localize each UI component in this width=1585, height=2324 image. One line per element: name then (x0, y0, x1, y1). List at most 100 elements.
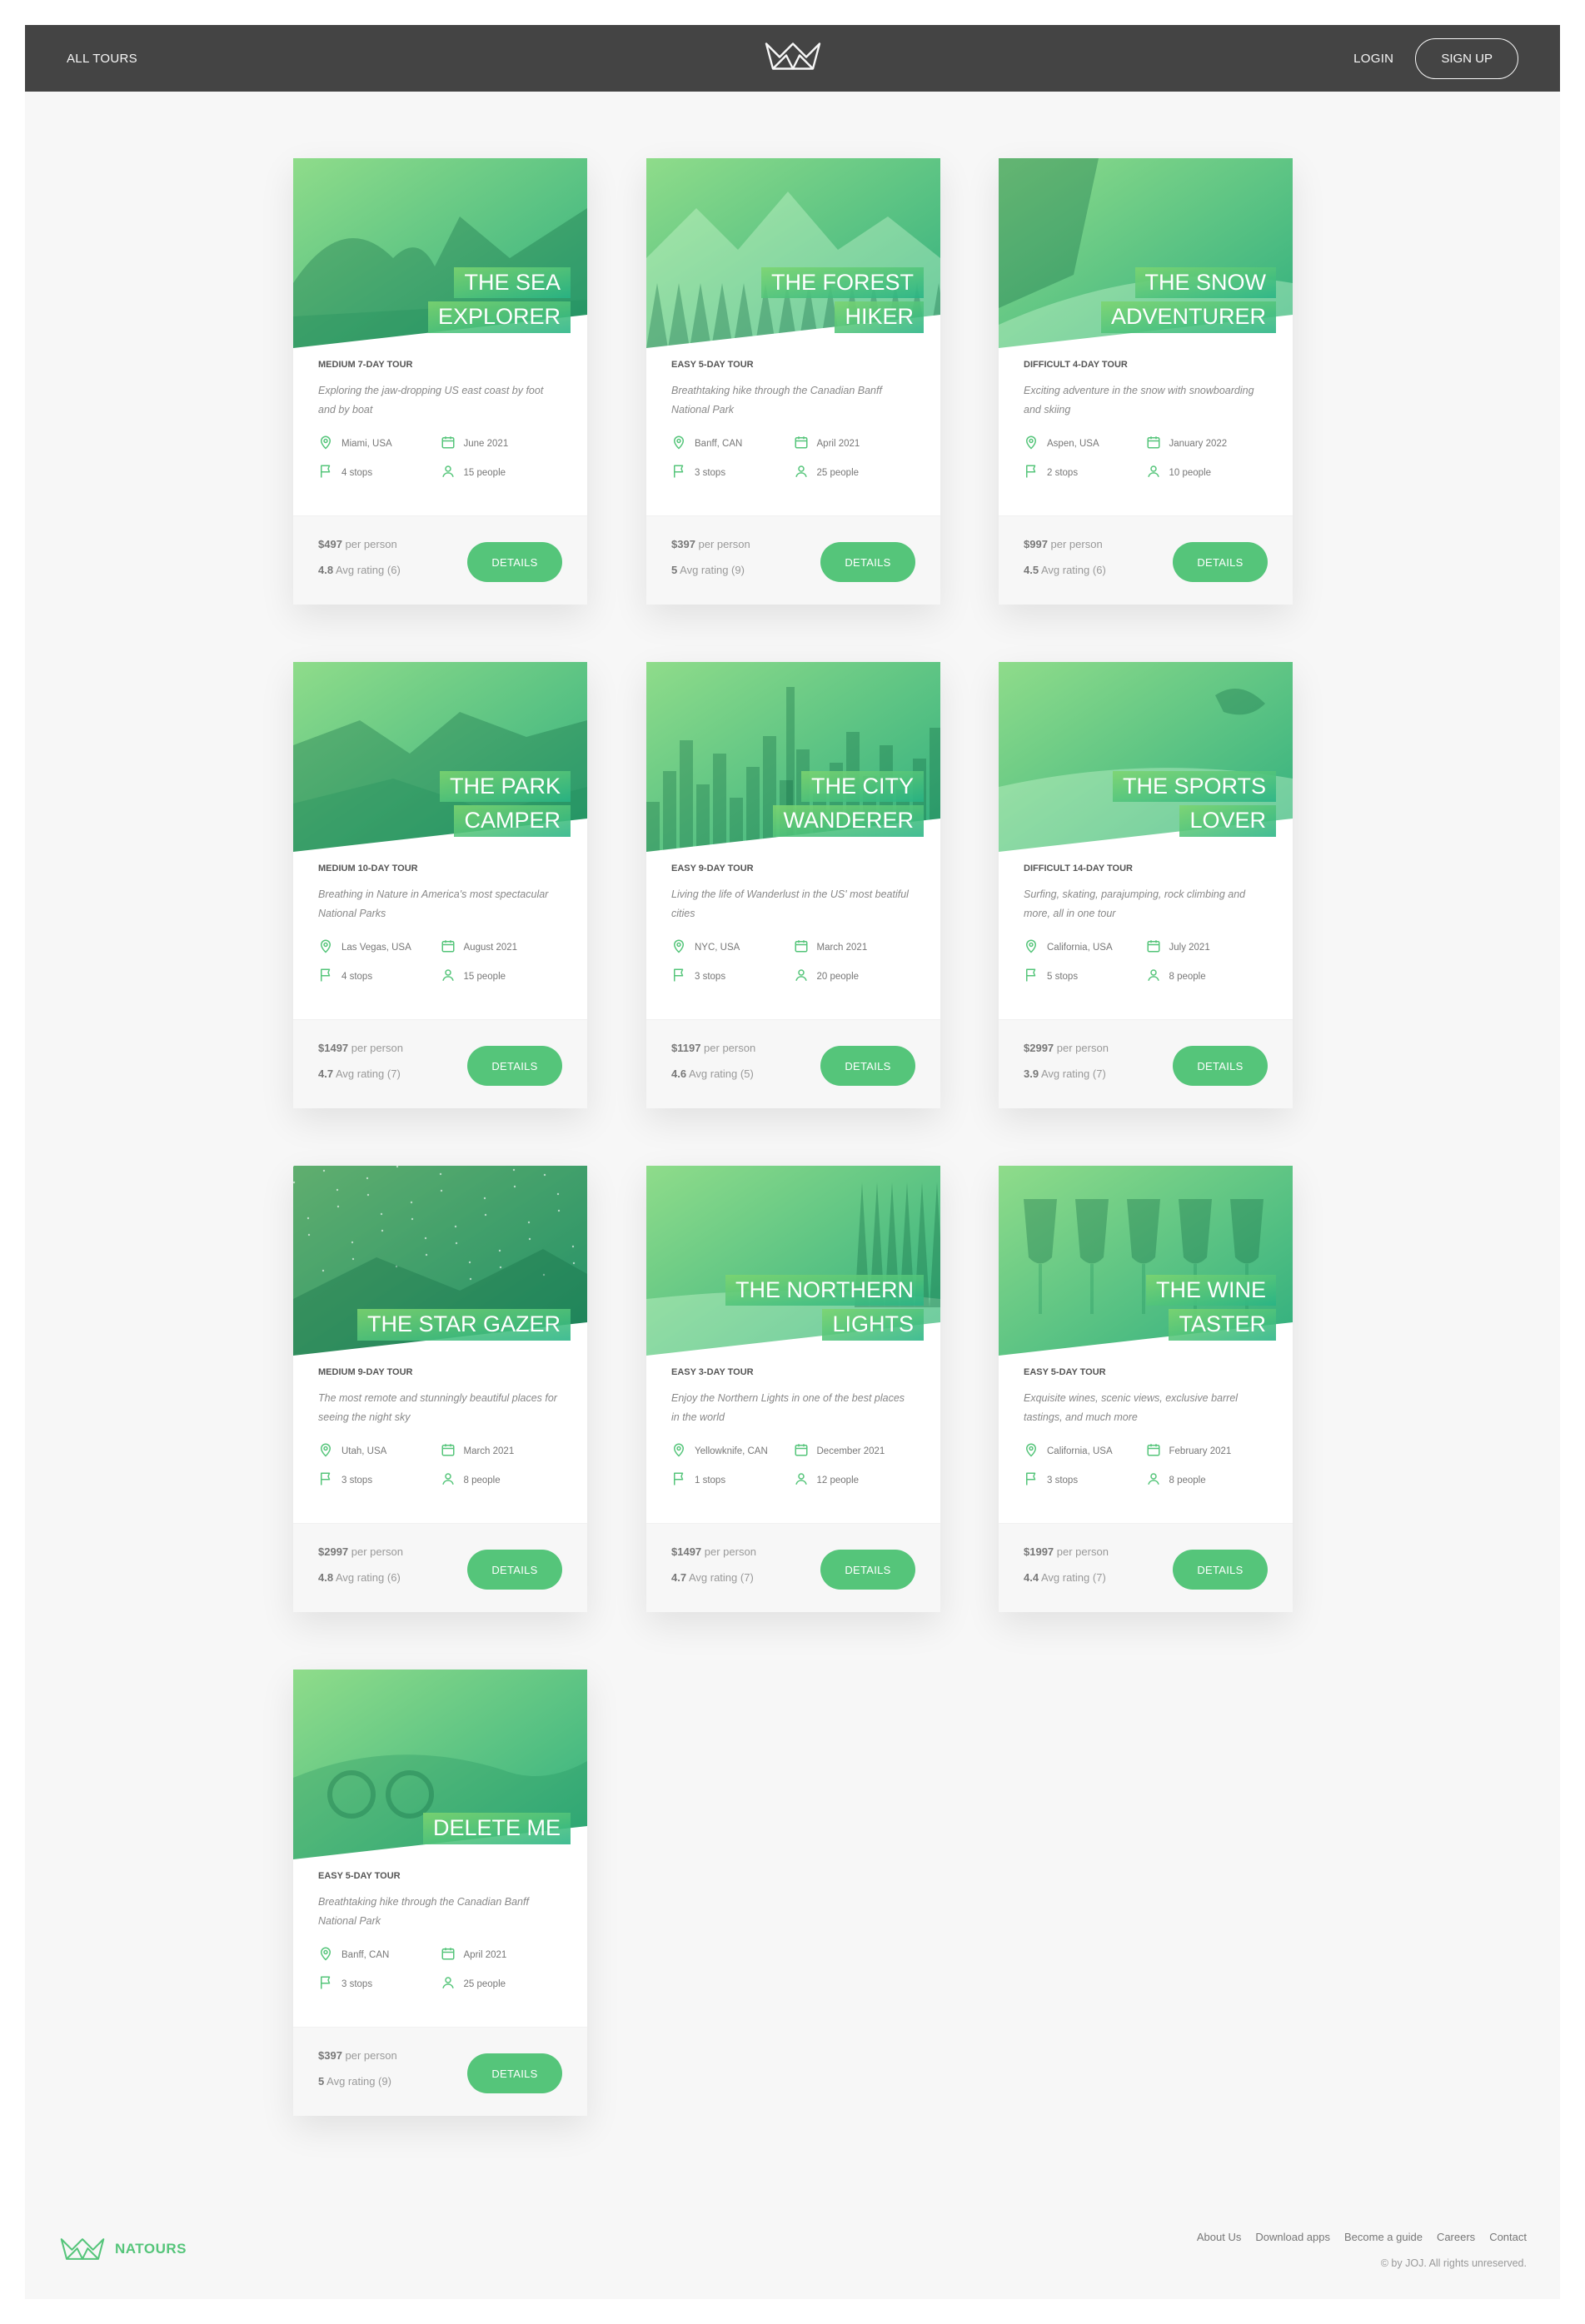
all-tours-link[interactable]: ALL TOURS (67, 52, 137, 66)
details-button[interactable]: DETAILS (467, 542, 562, 582)
tour-date: April 2021 (441, 1946, 563, 1963)
details-button[interactable]: DETAILS (1173, 542, 1268, 582)
tour-summary: Enjoy the Northern Lights in one of the … (671, 1392, 905, 1424)
tour-people-text: 8 people (1169, 971, 1206, 982)
details-button[interactable]: DETAILS (467, 1046, 562, 1086)
details-button[interactable]: DETAILS (820, 1550, 915, 1590)
tour-difficulty: EASY 5-DAY TOUR (1024, 1367, 1106, 1377)
tour-date-text: July 2021 (1169, 942, 1210, 953)
footer-link-download[interactable]: Download apps (1255, 2231, 1330, 2243)
map-pin-icon (1024, 435, 1039, 452)
flag-icon (1024, 464, 1039, 481)
tour-location-text: Miami, USA (341, 438, 392, 449)
tour-date-text: January 2022 (1169, 438, 1228, 449)
tour-people-text: 15 people (463, 971, 506, 982)
tour-stops-text: 3 stops (341, 1475, 373, 1485)
tour-title-line: LIGHTS (822, 1309, 924, 1341)
tour-card-footer: $397 per person 5 Avg rating (9) DETAILS (646, 515, 940, 605)
calendar-icon (1146, 938, 1161, 956)
nav-user-actions: LOGIN SIGN UP (1353, 37, 1518, 79)
tour-people-text: 10 people (1169, 467, 1212, 478)
tour-card-header: THE CITY WANDERER (646, 662, 940, 852)
tour-stops: 3 stops (671, 968, 794, 985)
footer-logo[interactable]: NATOURS (58, 2237, 187, 2262)
tour-rating-suffix: Avg rating (6) (333, 564, 401, 576)
tour-title: THE SPORTS LOVER (1112, 768, 1276, 837)
details-button[interactable]: DETAILS (467, 2053, 562, 2093)
tour-people-text: 8 people (463, 1475, 501, 1485)
tour-people-text: 25 people (463, 1978, 506, 1989)
details-button[interactable]: DETAILS (820, 1046, 915, 1086)
tour-difficulty: EASY 5-DAY TOUR (671, 360, 754, 370)
tour-date-text: April 2021 (463, 1949, 507, 1960)
tour-location-text: Yellowknife, CAN (695, 1446, 768, 1456)
tour-title-line: THE STAR GAZER (356, 1309, 571, 1341)
calendar-icon (441, 1946, 456, 1963)
tour-title-line: THE WINE (1146, 1274, 1276, 1306)
tour-summary: Exciting adventure in the snow with snow… (1024, 385, 1254, 416)
tour-rating-value: 3.9 (1024, 1067, 1039, 1080)
user-icon (794, 1471, 809, 1489)
signup-button[interactable]: SIGN UP (1415, 37, 1518, 79)
tour-date-text: June 2021 (463, 438, 509, 449)
tour-rating-value: 4.5 (1024, 564, 1039, 576)
tour-card: THE SNOW ADVENTURER DIFFICULT 4-DAY TOUR Ex… (999, 158, 1293, 605)
user-icon (441, 968, 456, 985)
tour-card-details: MEDIUM 10-DAY TOUR Breathing in Nature in… (293, 852, 587, 1010)
login-link[interactable]: LOGIN (1353, 52, 1393, 66)
natours-crown-logo-icon (60, 2238, 105, 2260)
tour-stops-text: 2 stops (1047, 467, 1079, 478)
map-pin-icon (1024, 1442, 1039, 1460)
tour-location-text: Banff, CAN (341, 1949, 390, 1960)
tour-stops: 4 stops (318, 968, 441, 985)
tour-location-text: Aspen, USA (1047, 438, 1099, 449)
tour-date-text: December 2021 (816, 1446, 885, 1456)
tour-rating-value: 4.7 (671, 1571, 687, 1584)
tour-rating-suffix: Avg rating (9) (677, 564, 745, 576)
tour-people-text: 15 people (463, 467, 506, 478)
tour-date: April 2021 (794, 435, 916, 452)
tour-difficulty: MEDIUM 10-DAY TOUR (318, 863, 418, 873)
tour-summary: Exquisite wines, scenic views, exclusive… (1024, 1392, 1239, 1424)
tour-rating-value: 4.6 (671, 1067, 687, 1080)
footer-link-contact[interactable]: Contact (1489, 2231, 1527, 2243)
flag-icon (318, 1471, 333, 1489)
tour-date-text: February 2021 (1169, 1446, 1232, 1456)
tour-location: Las Vegas, USA (318, 938, 441, 956)
tour-group-size: 8 people (1146, 968, 1268, 985)
tour-title-line: WANDERER (773, 805, 924, 837)
tour-title-line: THE FOREST (760, 266, 924, 299)
details-button[interactable]: DETAILS (1173, 1046, 1268, 1086)
tour-title: DELETE ME (422, 1809, 571, 1844)
details-button[interactable]: DETAILS (1173, 1550, 1268, 1590)
calendar-icon (794, 938, 809, 956)
flag-icon (1024, 968, 1039, 985)
flag-icon (671, 968, 686, 985)
tour-card-details: EASY 3-DAY TOUR Enjoy the Northern Lights… (646, 1356, 940, 1514)
footer-link-about[interactable]: About Us (1197, 2231, 1241, 2243)
tour-card-header: THE SNOW ADVENTURER (999, 158, 1293, 348)
tour-rating-suffix: Avg rating (5) (686, 1067, 754, 1080)
tour-rating-value: 4.4 (1024, 1571, 1039, 1584)
tour-group-size: 8 people (441, 1471, 563, 1489)
tour-stops: 3 stops (671, 464, 794, 481)
tour-price-suffix: per person (341, 538, 397, 550)
tour-summary: Breathtaking hike through the Canadian B… (318, 1896, 529, 1928)
calendar-icon (1146, 1442, 1161, 1460)
footer-link-careers[interactable]: Careers (1437, 2231, 1475, 2243)
footer-link-guide[interactable]: Become a guide (1344, 2231, 1423, 2243)
tour-location: NYC, USA (671, 938, 794, 956)
tour-title-line: THE NORTHERN (725, 1274, 924, 1306)
tour-difficulty: EASY 3-DAY TOUR (671, 1367, 754, 1377)
tour-card: THE NORTHERN LIGHTS EASY 3-DAY TOUR Enjoy t… (646, 1166, 940, 1612)
tour-card-details: MEDIUM 7-DAY TOUR Exploring the jaw-dropp… (293, 348, 587, 506)
tour-price-value: $397 (318, 2049, 342, 2062)
tour-price-suffix: per person (1054, 1042, 1109, 1054)
user-icon (441, 464, 456, 481)
details-button[interactable]: DETAILS (467, 1550, 562, 1590)
copyright: © by JOJ. All rights unreserved. (1380, 2257, 1527, 2269)
tour-location-text: NYC, USA (695, 942, 740, 953)
details-button[interactable]: DETAILS (820, 542, 915, 582)
tour-price-suffix: per person (1054, 1545, 1109, 1558)
natours-crown-logo-icon[interactable] (765, 41, 821, 77)
